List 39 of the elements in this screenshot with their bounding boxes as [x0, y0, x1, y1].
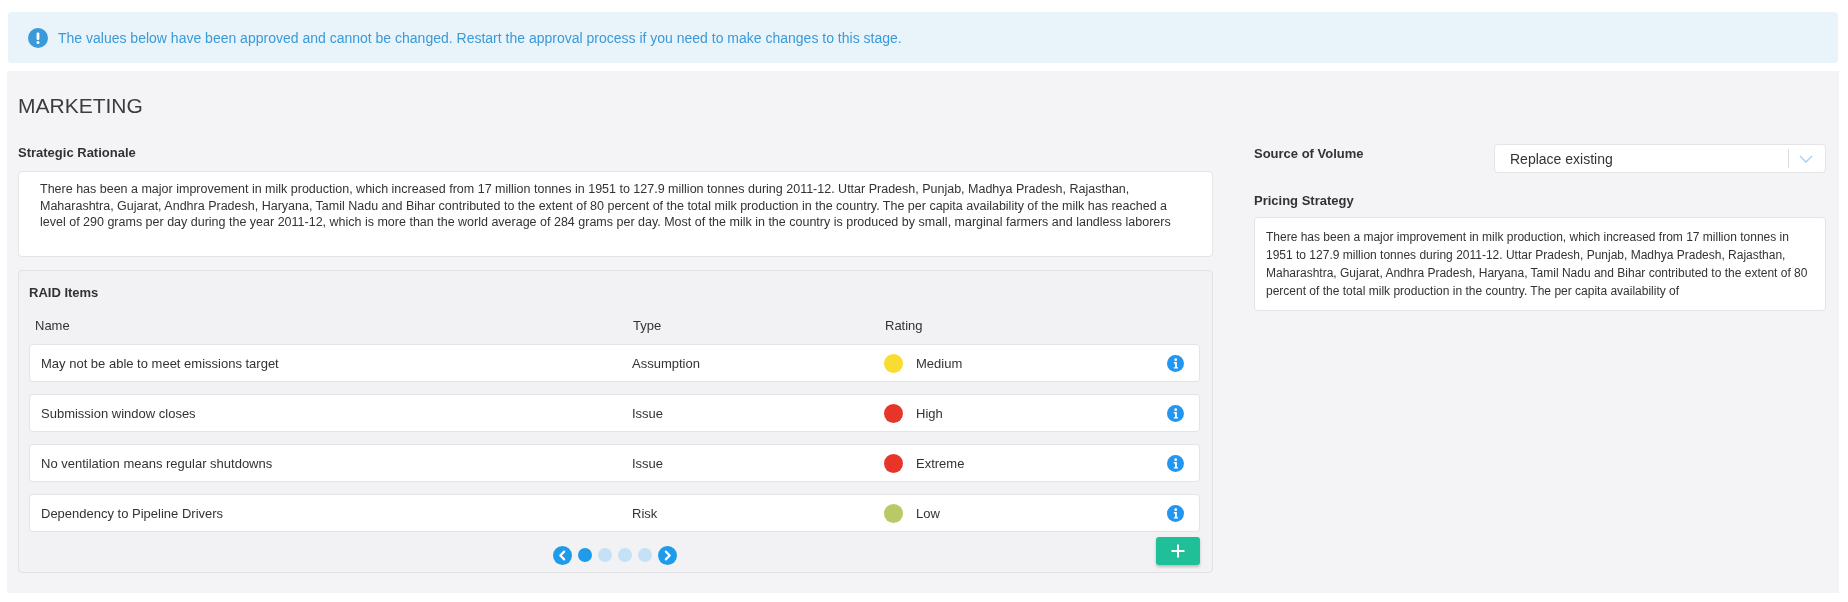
column-header: Rating — [885, 318, 923, 333]
plus-icon — [1171, 544, 1185, 558]
rating-label: High — [916, 405, 943, 421]
page-dot[interactable] — [637, 548, 652, 562]
pricing-text-panel: There has been a major improvement in milk production, which increased from 17 million tonnes in 1951 to 127.9 million tonnes during 2011-12. Uttar Pradesh, Punjab, Madhya Pradesh, Rajasthan, Maharashtra, Gujarat, Andhra Pradesh, Haryana, Tamil Nadu and Bihar contributed to the extent of 80 percent of the total milk production in the country. The per capita availability of — [1254, 217, 1826, 311]
field-label: Strategic Rationale — [18, 144, 137, 162]
next-page-button[interactable] — [657, 545, 677, 565]
chevron-down-icon — [1799, 154, 1813, 163]
field-label: Pricing Strategy — [1254, 192, 1355, 210]
page-dot[interactable] — [577, 548, 592, 562]
section-title: MARKETING — [18, 93, 144, 119]
source-of-volume-select[interactable]: Replace existing — [1494, 144, 1826, 173]
field-label: Source of Volume — [1254, 145, 1364, 163]
column-header: Name — [35, 318, 70, 333]
item-name: Submission window closes — [41, 405, 196, 421]
chevron-left-icon — [556, 549, 568, 561]
panel-title: RAID Items — [29, 284, 100, 301]
rating-label: Low — [916, 505, 940, 521]
item-type: Assumption — [632, 355, 700, 371]
previous-page-button[interactable] — [552, 545, 572, 565]
item-name: May not be able to meet emissions target — [41, 355, 279, 371]
column-header: Type — [633, 318, 662, 333]
info-icon[interactable] — [1167, 404, 1184, 422]
exclamation-icon — [28, 27, 48, 48]
rationale-text-panel: There has been a major improvement in milk production, which increased from 17 million tonnes in 1951 to 127.9 million tonnes during 2011-12. Uttar Pradesh, Punjab, Madhya Pradesh, Rajasthan, Maharashtra, Gujarat, Andhra Pradesh, Haryana, Tamil Nadu and Bihar contributed to the extent of 80 percent of the total milk production in the country. The per capita availability of the milk has reached a level of 290 grams per day during the year 2011-12, which is more than the world average of 284 grams per day. Most of the milk in the country is produced by small, marginal farmers and landless laborers — [18, 171, 1213, 257]
alert-message: The values below have been approved and cannot be changed. Restart the approval process if you need to make changes to this stage. — [58, 29, 902, 46]
rating-label: Extreme — [916, 455, 965, 471]
item-type: Risk — [632, 505, 658, 521]
rating-label: Medium — [916, 355, 963, 371]
info-icon[interactable] — [1167, 454, 1184, 472]
info-icon[interactable] — [1167, 354, 1184, 372]
item-type: Issue — [632, 405, 664, 421]
item-type: Issue — [632, 455, 664, 471]
item-name: Dependency to Pipeline Drivers — [41, 505, 224, 521]
info-icon[interactable] — [1167, 504, 1184, 522]
item-name: No ventilation means regular shutdowns — [41, 455, 273, 471]
page-dot[interactable] — [617, 548, 632, 562]
page-dot[interactable] — [597, 548, 612, 562]
add-button[interactable] — [1156, 537, 1200, 565]
